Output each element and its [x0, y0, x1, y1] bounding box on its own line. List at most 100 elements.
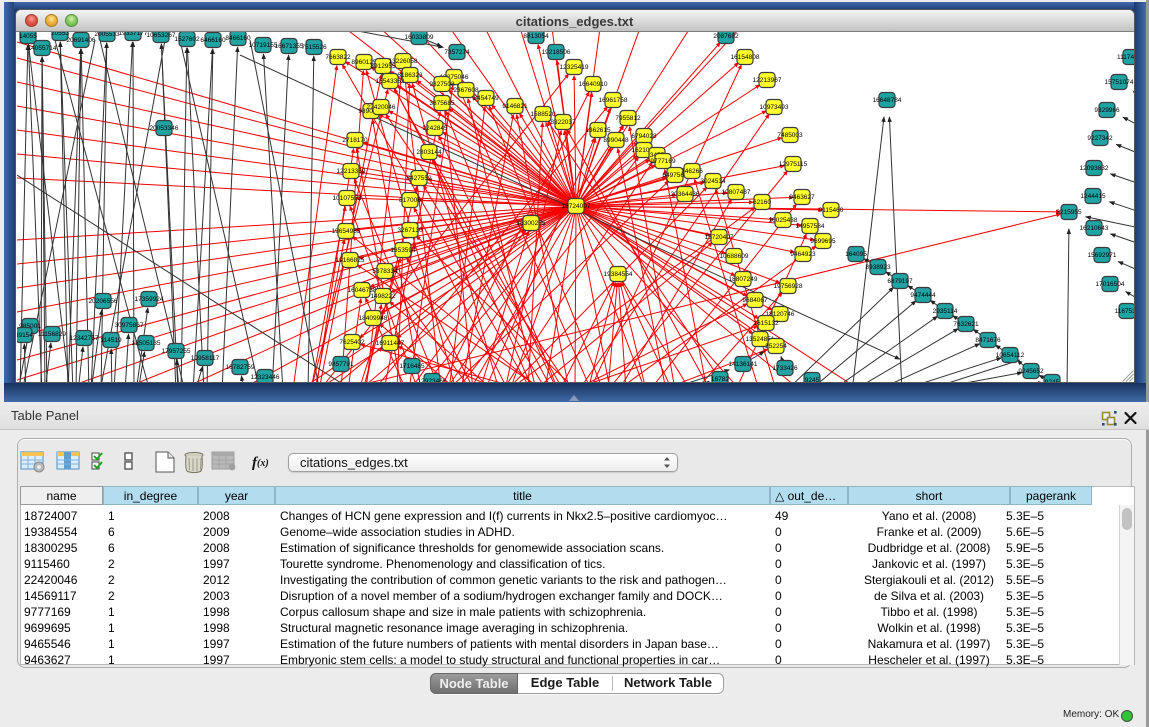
svg-text:6466160: 6466160	[200, 37, 226, 44]
svg-text:1527602: 1527602	[174, 36, 200, 43]
svg-text:8427552: 8427552	[406, 175, 432, 182]
svg-text:13226058: 13226058	[389, 58, 418, 65]
svg-text:8466160: 8466160	[225, 35, 251, 42]
svg-text:16911447: 16911447	[376, 340, 405, 347]
svg-text:1716485: 1716485	[399, 363, 425, 370]
svg-text:2087682: 2087682	[713, 33, 739, 40]
svg-text:9245652: 9245652	[1018, 368, 1044, 375]
svg-text:1588520: 1588520	[530, 111, 556, 118]
svg-text:19654985: 19654985	[332, 228, 361, 235]
svg-text:8454749: 8454749	[473, 95, 499, 102]
svg-text:19756928: 19756928	[774, 283, 803, 290]
svg-text:8322037: 8322037	[550, 119, 576, 126]
svg-text:7485003: 7485003	[777, 132, 803, 139]
svg-text:18724007: 18724007	[562, 203, 591, 210]
svg-text:10654112: 10654112	[996, 352, 1025, 359]
svg-text:7515526: 7515526	[301, 44, 327, 51]
svg-text:1167534: 1167534	[1115, 308, 1134, 315]
svg-text:17957255: 17957255	[162, 348, 191, 355]
svg-text:7663822: 7663822	[325, 54, 351, 61]
svg-text:9146821: 9146821	[502, 103, 528, 110]
svg-text:16961758: 16961758	[599, 97, 628, 104]
svg-text:14136141: 14136141	[729, 361, 758, 368]
svg-text:39154: 39154	[17, 332, 33, 339]
svg-text:10688609: 10688609	[720, 253, 749, 260]
svg-text:2005533: 2005533	[94, 32, 120, 38]
svg-text:10719155: 10719155	[249, 42, 278, 49]
svg-text:15720407: 15720407	[705, 234, 734, 241]
svg-text:16648784: 16648784	[873, 97, 902, 104]
svg-text:19384554: 19384554	[604, 271, 633, 278]
svg-text:20364436: 20364436	[671, 191, 700, 198]
svg-text:19166825: 19166825	[336, 257, 365, 264]
svg-text:6879197: 6879197	[887, 278, 913, 285]
svg-text:9115460: 9115460	[819, 207, 844, 214]
svg-text:12325419: 12325419	[560, 64, 589, 71]
svg-text:7357274: 7357274	[444, 49, 470, 56]
svg-text:20053346: 20053346	[150, 125, 179, 132]
svg-text:12505135: 12505135	[132, 340, 161, 347]
svg-text:7625402: 7625402	[339, 339, 365, 346]
svg-text:9474444: 9474444	[910, 292, 936, 299]
svg-text:9684067: 9684067	[742, 297, 768, 304]
svg-text:1733426: 1733426	[772, 365, 798, 372]
svg-text:22420046: 22420046	[367, 104, 396, 111]
svg-text:3875685: 3875685	[429, 100, 455, 107]
svg-text:8938923: 8938923	[865, 264, 891, 271]
svg-text:9857791: 9857791	[328, 361, 354, 368]
svg-text:12323446: 12323446	[251, 374, 280, 381]
svg-text:16640910: 16640910	[579, 81, 608, 88]
svg-text:12342757: 12342757	[70, 335, 99, 342]
svg-text:16782: 16782	[711, 376, 729, 382]
svg-text:7632621: 7632621	[953, 321, 979, 328]
svg-text:746266: 746266	[681, 168, 703, 175]
svg-text:14055714: 14055714	[28, 45, 57, 52]
svg-text:1353594: 1353594	[390, 247, 416, 254]
svg-text:1615132: 1615132	[753, 320, 779, 327]
svg-text:2367608: 2367608	[453, 87, 479, 94]
svg-text:9327508: 9327508	[429, 81, 455, 88]
svg-text:3215955: 3215955	[1056, 209, 1082, 216]
svg-text:17016504: 17016504	[1096, 281, 1125, 288]
svg-text:11174508: 11174508	[1117, 54, 1134, 61]
svg-text:252254: 252254	[765, 343, 787, 350]
svg-text:20691406: 20691406	[67, 37, 96, 44]
svg-text:19218506: 19218506	[542, 49, 571, 56]
svg-text:16671355: 16671355	[275, 43, 304, 50]
svg-text:9242845: 9242845	[422, 125, 448, 132]
svg-text:16033809: 16033809	[405, 34, 434, 41]
svg-text:30975867: 30975867	[115, 322, 144, 329]
svg-text:10653267: 10653267	[147, 32, 176, 39]
svg-text:19337177: 19337177	[119, 32, 148, 37]
svg-text:20206556: 20206556	[89, 298, 118, 305]
svg-text:9227342: 9227342	[1087, 135, 1113, 142]
svg-text:9329966: 9329966	[1094, 107, 1120, 114]
svg-text:9245: 9245	[1045, 379, 1060, 382]
svg-text:18409948: 18409948	[359, 315, 388, 322]
svg-text:9464923: 9464923	[790, 251, 816, 258]
svg-text:10958117: 10958117	[191, 355, 220, 362]
svg-text:6794028: 6794028	[631, 133, 657, 140]
svg-text:9463627: 9463627	[789, 194, 815, 201]
svg-text:1244415: 1244415	[1080, 193, 1106, 200]
svg-text:3267130: 3267130	[397, 227, 423, 234]
svg-text:5878334: 5878334	[372, 268, 398, 275]
svg-text:16782759: 16782759	[226, 364, 255, 371]
svg-text:3024534: 3024534	[700, 178, 726, 185]
svg-text:17359924: 17359924	[135, 296, 164, 303]
svg-text:14957584: 14957584	[796, 223, 825, 230]
svg-text:12213967: 12213967	[753, 77, 782, 84]
svg-text:9699695: 9699695	[810, 238, 836, 245]
svg-text:10107553: 10107553	[333, 195, 362, 202]
svg-text:164095: 164095	[845, 251, 867, 258]
svg-text:14055: 14055	[19, 33, 37, 40]
svg-text:817006: 817006	[399, 197, 421, 204]
svg-text:11156829: 11156829	[38, 331, 66, 338]
svg-text:15692971: 15692971	[1088, 252, 1117, 259]
svg-text:9777169: 9777169	[650, 158, 676, 165]
svg-text:12975115: 12975115	[779, 161, 808, 168]
svg-text:15751074: 15751074	[1105, 79, 1134, 86]
svg-text:12093832: 12093832	[1080, 165, 1109, 172]
svg-text:1362615: 1362615	[585, 127, 611, 134]
svg-text:62160: 62160	[753, 199, 771, 206]
